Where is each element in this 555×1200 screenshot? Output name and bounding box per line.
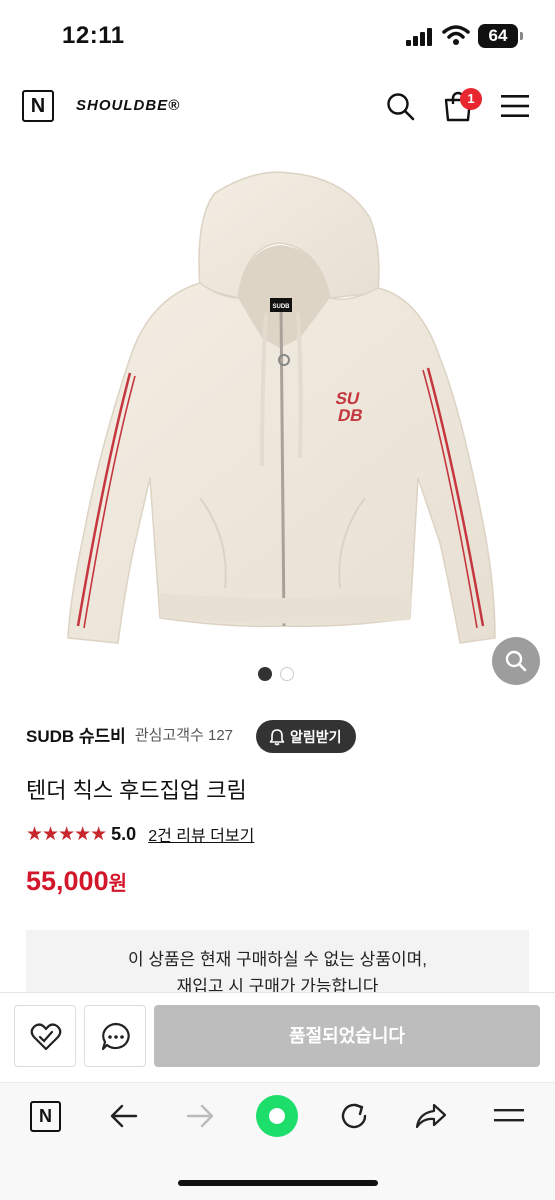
home-indicator bbox=[178, 1180, 378, 1186]
product-brand-link[interactable]: SUDB 슈드비 bbox=[26, 722, 126, 747]
interest-count: 관심고객수 127 bbox=[134, 727, 234, 744]
wishlist-button[interactable] bbox=[14, 1005, 76, 1067]
site-header: N SHOULDBE® 1 bbox=[0, 72, 555, 142]
clock: 12:11 bbox=[62, 22, 125, 49]
share-icon[interactable] bbox=[414, 1100, 448, 1132]
product-price: 55,000원 bbox=[26, 866, 127, 897]
gallery-dot-1[interactable] bbox=[258, 667, 272, 681]
store-brand-logo[interactable]: SHOULDBE® bbox=[76, 97, 180, 114]
hamburger-menu-icon[interactable] bbox=[501, 94, 529, 118]
zoom-button[interactable] bbox=[492, 637, 540, 685]
green-dot-button[interactable] bbox=[256, 1095, 298, 1137]
cart-count-badge: 1 bbox=[460, 88, 482, 110]
status-bar: 12:11 64 bbox=[0, 0, 555, 72]
hoodie-illustration: SUDB SU DB bbox=[67, 171, 496, 644]
battery-tip bbox=[520, 32, 523, 40]
product-image[interactable]: SUDB SU DB bbox=[0, 148, 555, 658]
gallery-pagination bbox=[258, 667, 294, 681]
refresh-icon[interactable] bbox=[338, 1100, 370, 1132]
price-currency: 원 bbox=[108, 873, 127, 895]
search-icon[interactable] bbox=[386, 92, 416, 122]
heart-check-icon bbox=[30, 1023, 62, 1051]
back-arrow-icon[interactable] bbox=[108, 1100, 140, 1132]
naver-logo-button[interactable]: N bbox=[22, 90, 54, 122]
alarm-label: 알림받기 bbox=[290, 728, 342, 745]
talk-inquiry-button[interactable] bbox=[84, 1005, 146, 1067]
notification-subscribe-button[interactable]: 알림받기 bbox=[256, 720, 356, 753]
forward-arrow-icon[interactable] bbox=[184, 1100, 216, 1132]
naver-home-button[interactable]: N bbox=[30, 1101, 61, 1132]
rating-row: ★★★★★ 5.0 2건 리뷰 더보기 bbox=[26, 822, 254, 846]
chest-logo-text-bottom: DB bbox=[336, 405, 365, 425]
rating-score: 5.0 bbox=[111, 823, 137, 844]
review-link[interactable]: 2건 리뷰 더보기 bbox=[148, 822, 254, 846]
star-rating: ★★★★★ bbox=[26, 823, 107, 845]
chat-bubble-icon bbox=[101, 1022, 130, 1051]
soldout-button[interactable]: 품절되었습니다 bbox=[154, 1005, 540, 1067]
price-amount: 55,000 bbox=[26, 866, 109, 896]
wifi-icon bbox=[442, 25, 470, 45]
neck-tag-text: SUDB bbox=[272, 304, 290, 310]
purchase-action-bar: 품절되었습니다 bbox=[0, 992, 555, 1082]
cellular-signal-icon bbox=[406, 28, 432, 46]
browser-menu-icon[interactable] bbox=[494, 1100, 524, 1130]
gallery-dot-2[interactable] bbox=[280, 667, 294, 681]
bell-plus-icon bbox=[269, 728, 285, 745]
soldout-notice: 이 상품은 현재 구매하실 수 없는 상품이며, 재입고 시 구매가 가능합니다 bbox=[26, 930, 529, 992]
notice-line-2: 재입고 시 구매가 가능합니다 bbox=[176, 977, 379, 992]
magnifier-icon bbox=[505, 650, 527, 672]
product-title: 텐더 칙스 후드집업 크림 bbox=[26, 778, 247, 803]
notice-line-1: 이 상품은 현재 구매하실 수 없는 상품이며, bbox=[128, 950, 427, 969]
battery-level: 64 bbox=[478, 24, 518, 48]
brand-row: SUDB 슈드비 관심고객수 127 bbox=[26, 722, 233, 747]
